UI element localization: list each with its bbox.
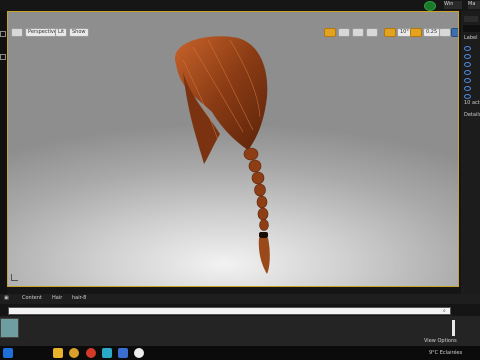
grid-snap-toggle[interactable] (384, 28, 396, 37)
app-icon[interactable] (102, 348, 112, 358)
show-label: Show (72, 29, 86, 35)
scale-snap-label: 0.25 (426, 29, 438, 35)
play-button[interactable] (424, 1, 436, 11)
hair-asset-thumbnail[interactable] (0, 318, 19, 338)
chrome-icon[interactable] (69, 348, 79, 358)
asset-scrollbar[interactable] (452, 320, 455, 336)
world-space-icon[interactable] (366, 28, 378, 37)
visibility-eye-icon[interactable] (464, 78, 471, 83)
windows-start-icon[interactable] (3, 348, 13, 358)
show-button[interactable]: Show (69, 28, 89, 37)
visibility-eye-icon[interactable] (464, 70, 471, 75)
level-viewport[interactable]: Perspective Lit Show 10° 0.25 (7, 11, 459, 287)
label-column-header: Label (464, 35, 478, 41)
search-icon[interactable]: ⌕ (443, 308, 446, 315)
opera-icon[interactable] (86, 348, 96, 358)
outliner-search[interactable] (463, 25, 480, 32)
asset-grid (0, 316, 480, 346)
left-toolbar-strip (0, 11, 7, 294)
perspective-label: Perspective (28, 29, 57, 35)
camera-speed-button[interactable] (439, 28, 451, 37)
weather-text: 9°C Eclairées (429, 350, 463, 356)
breadcrumb-content[interactable]: Content (22, 295, 42, 302)
scale-snap-value[interactable]: 0.25 (423, 28, 441, 37)
axis-gizmo-icon (11, 274, 18, 281)
lit-label: Lit (58, 29, 65, 35)
scale-tool-icon[interactable] (352, 28, 364, 37)
content-browser-toolbar: ▣ Content Hair hair-8 (0, 294, 480, 304)
marketplace-tab-label: Ma (468, 1, 476, 7)
translate-tool-icon[interactable] (324, 28, 336, 37)
window-tab[interactable]: Win (444, 1, 462, 9)
rotation-snap-label: 10° (400, 29, 409, 35)
hair-model (174, 36, 270, 274)
visibility-eye-icon[interactable] (464, 86, 471, 91)
viewport-menu-button[interactable] (11, 28, 23, 37)
title-bar (0, 0, 480, 11)
breadcrumb-hair[interactable]: Hair (52, 295, 62, 302)
view-options-button[interactable]: View Options (424, 338, 457, 345)
file-explorer-icon[interactable] (53, 348, 63, 358)
actor-count: 10 actors (464, 100, 480, 106)
details-tab[interactable]: Details (464, 112, 480, 119)
panel-icon[interactable] (0, 54, 6, 60)
visibility-eye-icon[interactable] (464, 46, 471, 51)
rotate-tool-icon[interactable] (338, 28, 350, 37)
visibility-eye-icon[interactable] (464, 62, 471, 67)
world-outliner-panel: Label 10 actors Details (461, 11, 480, 294)
window-tab-label: Win (444, 1, 454, 7)
expand-icon[interactable] (0, 31, 6, 37)
marketplace-tab[interactable]: Ma (468, 1, 480, 9)
lit-button[interactable]: Lit (55, 28, 68, 37)
unreal-engine-icon[interactable] (134, 348, 144, 358)
scale-snap-toggle[interactable] (410, 28, 422, 37)
breadcrumb-hair-8[interactable]: hair-8 (72, 295, 86, 302)
visibility-eye-icon[interactable] (464, 94, 471, 99)
folder-icon[interactable]: ▣ (4, 295, 9, 302)
app-icon-2[interactable] (118, 348, 128, 358)
outliner-tab[interactable] (464, 16, 478, 22)
visibility-eye-icon[interactable] (464, 54, 471, 59)
maximize-viewport-icon[interactable] (451, 28, 458, 37)
content-search-input[interactable] (8, 307, 451, 315)
